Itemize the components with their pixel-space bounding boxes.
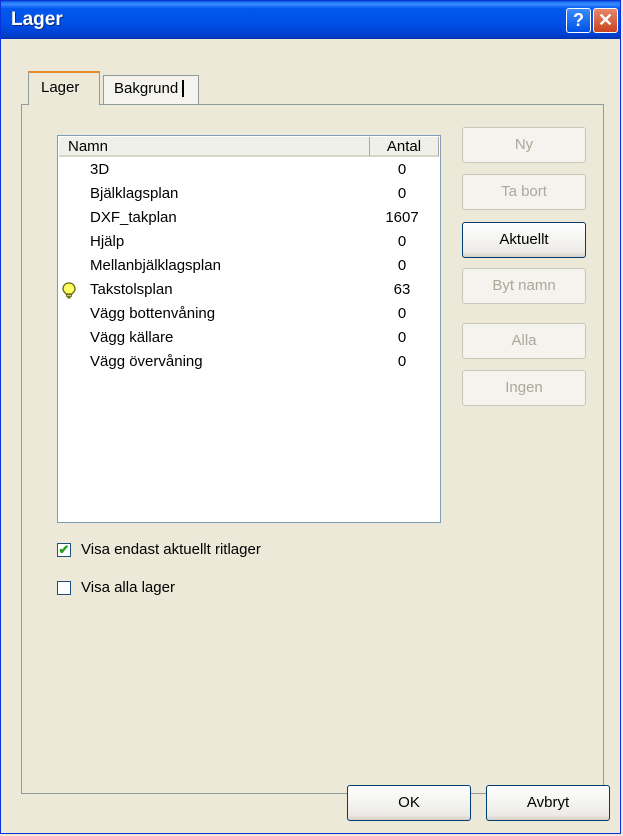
layer-count: 0: [397, 233, 407, 250]
show-current-only-checkbox[interactable]: ✔: [57, 543, 71, 557]
table-row[interactable]: DXF_takplan 1607: [59, 207, 439, 231]
table-row[interactable]: Vägg bottenvåning 0: [59, 303, 439, 327]
lightbulb-icon: [61, 282, 77, 300]
layer-name: Takstolsplan: [90, 281, 173, 298]
select-none-button[interactable]: Ingen: [462, 370, 586, 406]
layer-count: 0: [397, 329, 407, 346]
layer-count: 0: [397, 257, 407, 274]
table-row[interactable]: Takstolsplan 63: [59, 279, 439, 303]
select-all-button[interactable]: Alla: [462, 323, 586, 359]
question-icon: ?: [573, 10, 584, 30]
layer-name: Hjälp: [90, 233, 125, 250]
new-button[interactable]: Ny: [462, 127, 586, 163]
table-row[interactable]: Mellanbjälklagsplan 0: [59, 255, 439, 279]
table-row[interactable]: Hjälp 0: [59, 231, 439, 255]
layer-count: 1607: [385, 209, 419, 226]
layer-list[interactable]: Namn Antal 3D 0 Bjälklagsplan 0 DXF_takplan 1…: [57, 135, 441, 523]
help-button[interactable]: ?: [566, 8, 591, 33]
layer-count: 0: [397, 353, 407, 370]
layer-count: 63: [393, 281, 411, 298]
delete-button[interactable]: Ta bort: [462, 174, 586, 210]
list-header: Namn Antal: [59, 137, 439, 157]
layer-name: Bjälklagsplan: [90, 185, 179, 202]
cancel-button[interactable]: Avbryt: [486, 785, 610, 821]
layer-name: Vägg bottenvåning: [90, 305, 216, 322]
rename-button[interactable]: Byt namn: [462, 268, 586, 304]
layer-name: 3D: [90, 161, 110, 178]
layer-name: Vägg källare: [90, 329, 174, 346]
close-button[interactable]: ✕: [593, 8, 618, 33]
layer-name: Vägg övervåning: [90, 353, 203, 370]
table-row[interactable]: Vägg övervåning 0: [59, 351, 439, 375]
tab-bakgrund-label: Bakgrund: [114, 80, 185, 97]
layer-dialog: Lager ? ✕ Lager Bakgrund Namn Antal 3D 0 B…: [0, 0, 621, 834]
table-row[interactable]: 3D 0: [59, 159, 439, 183]
layer-count: 0: [397, 305, 407, 322]
tab-bakgrund[interactable]: Bakgrund: [103, 75, 199, 105]
show-all-layers-checkbox[interactable]: [57, 581, 71, 595]
layer-name: DXF_takplan: [90, 209, 177, 226]
table-row[interactable]: Bjälklagsplan 0: [59, 183, 439, 207]
show-all-layers-label: Visa alla lager: [81, 579, 175, 596]
table-row[interactable]: Vägg källare 0: [59, 327, 439, 351]
layer-count: 0: [397, 185, 407, 202]
ok-button[interactable]: OK: [347, 785, 471, 821]
window-title: Lager: [11, 9, 63, 30]
layer-count: 0: [397, 161, 407, 178]
column-header-count[interactable]: Antal: [370, 137, 439, 157]
close-icon: ✕: [597, 10, 614, 30]
check-icon: ✔: [58, 542, 70, 557]
show-current-only-label: Visa endast aktuellt ritlager: [81, 541, 261, 558]
set-current-button[interactable]: Aktuellt: [462, 222, 586, 258]
layer-name: Mellanbjälklagsplan: [90, 257, 221, 274]
tab-lager[interactable]: Lager: [28, 71, 100, 105]
column-header-name[interactable]: Namn: [59, 137, 370, 157]
title-bar[interactable]: Lager ? ✕: [1, 1, 620, 39]
